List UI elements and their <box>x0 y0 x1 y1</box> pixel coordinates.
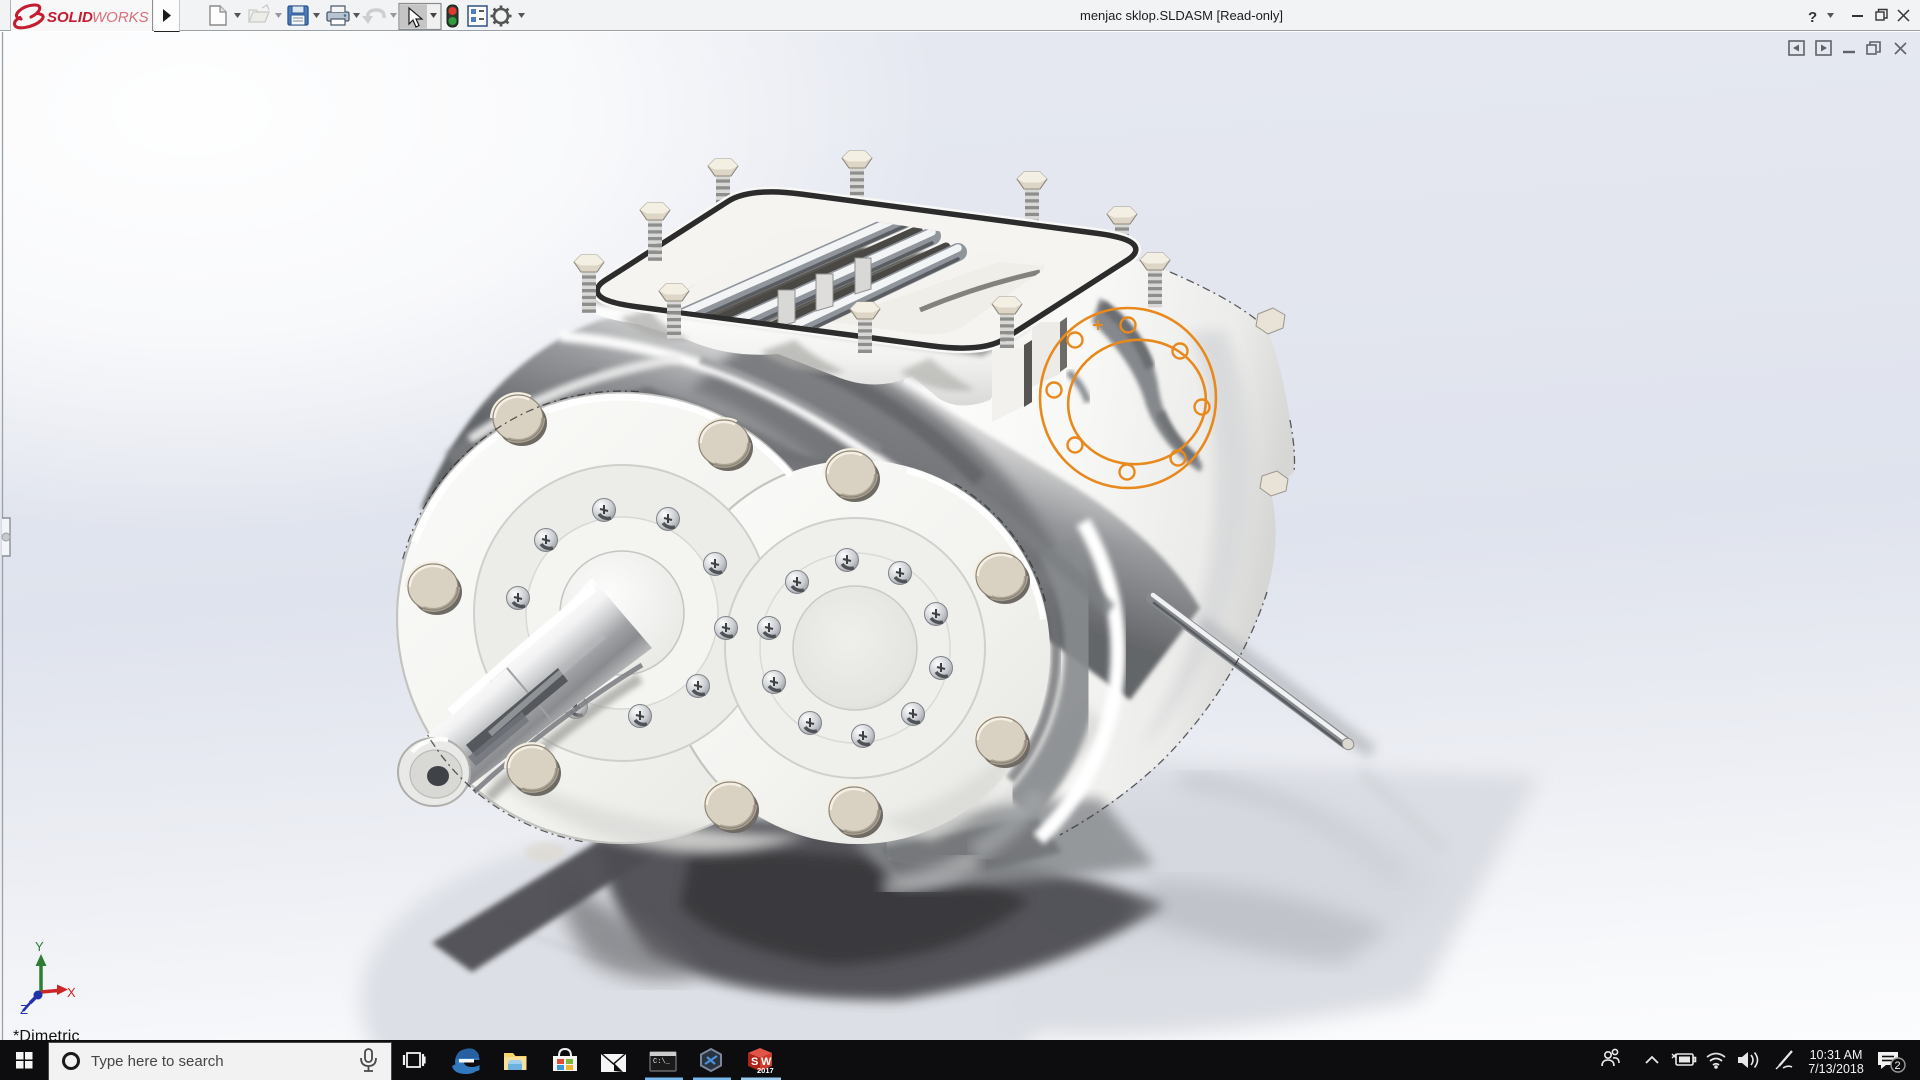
svg-text:WORKS: WORKS <box>92 9 149 26</box>
svg-text:2017: 2017 <box>757 1066 774 1075</box>
svg-text:Z: Z <box>20 1002 28 1017</box>
svg-text:7/13/2018: 7/13/2018 <box>1808 1062 1864 1076</box>
svg-text:2: 2 <box>1895 1060 1901 1072</box>
svg-text:SOLID: SOLID <box>47 9 93 26</box>
svg-text:?: ? <box>1808 9 1817 26</box>
svg-text:10:31 AM: 10:31 AM <box>1810 1048 1863 1062</box>
svg-text:X: X <box>67 985 76 1000</box>
svg-text:C:\_: C:\_ <box>653 1058 671 1066</box>
svg-text:Y: Y <box>35 939 44 954</box>
